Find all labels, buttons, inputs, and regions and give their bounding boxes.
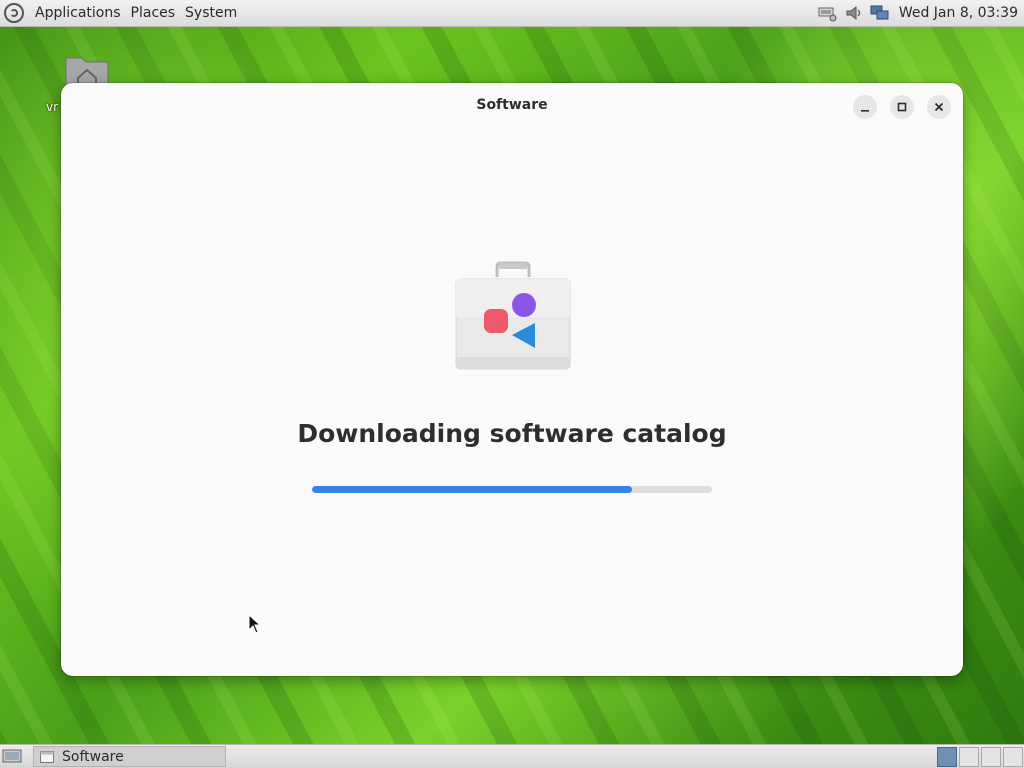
minimize-button[interactable]	[853, 95, 877, 119]
workspace-3[interactable]	[981, 747, 1001, 767]
top-panel: Applications Places System Wed Jan 8, 03…	[0, 0, 1024, 27]
software-window: Software Downloading software catalog	[61, 83, 963, 676]
taskbar-item-label: Software	[62, 748, 124, 765]
distro-logo-icon[interactable]	[4, 3, 24, 23]
close-button[interactable]	[927, 95, 951, 119]
network-connection-icon[interactable]	[869, 4, 891, 22]
progress-bar	[312, 486, 712, 493]
maximize-button[interactable]	[890, 95, 914, 119]
maximize-icon	[897, 102, 907, 112]
status-heading: Downloading software catalog	[297, 419, 727, 448]
window-icon	[40, 750, 54, 763]
show-desktop-icon[interactable]	[2, 748, 22, 764]
desktop-icon-label[interactable]: vr	[46, 100, 58, 114]
menu-places[interactable]: Places	[126, 5, 181, 21]
mouse-cursor-icon	[248, 613, 262, 634]
network-device-icon[interactable]	[817, 4, 839, 22]
window-title: Software	[476, 97, 548, 113]
software-bag-icon	[453, 259, 573, 371]
workspace-1[interactable]	[937, 747, 957, 767]
workspace-2[interactable]	[959, 747, 979, 767]
window-titlebar[interactable]: Software	[61, 83, 963, 129]
clock[interactable]: Wed Jan 8, 03:39	[893, 5, 1024, 21]
close-icon	[934, 102, 944, 112]
menu-applications[interactable]: Applications	[30, 5, 126, 21]
progress-fill	[312, 486, 632, 493]
taskbar-item-software[interactable]: Software	[33, 746, 226, 767]
bottom-panel: Software	[0, 744, 1024, 768]
volume-icon[interactable]	[843, 4, 865, 22]
workspace-4[interactable]	[1003, 747, 1023, 767]
minimize-icon	[861, 110, 869, 112]
menu-system[interactable]: System	[180, 5, 242, 21]
